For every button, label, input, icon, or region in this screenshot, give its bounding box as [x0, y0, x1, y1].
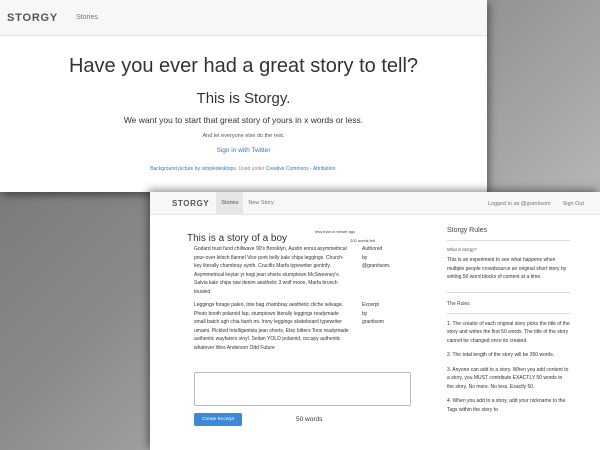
excerpt-textarea[interactable] [194, 372, 411, 406]
excerpt-author: Excerpt by grantisom [362, 301, 407, 327]
create-excerpt-button[interactable]: Create Excerpt [194, 413, 242, 426]
excerpt-author: Authored by @grantisom. [362, 245, 407, 271]
rule-item: 3. Anyone can add to a story. When you a… [447, 366, 569, 390]
rule-item: 1. The creator of each original story pi… [447, 320, 570, 344]
hero-small-text: And let everyone else do the rest. [202, 133, 285, 139]
hero: Have you ever had a great story to tell?… [0, 55, 487, 172]
words-left: 202 words left [350, 238, 375, 243]
author-handle: @grantisom. [362, 263, 391, 270]
story-navbar: STORGY Stories New Story Logged in as @g… [150, 192, 600, 215]
rules-sidebar: Storgy Rules What is Storgy? This is an … [447, 227, 570, 414]
excerpt-text: Godard trust fund chillwave 90's Brookly… [194, 246, 347, 295]
story-screenshot: STORGY Stories New Story Logged in as @g… [150, 192, 600, 450]
logged-in-label: Logged in as @grantisom [487, 200, 551, 207]
time-ago: less than a minute ago [315, 229, 356, 234]
author-label: Excerpt [362, 302, 379, 308]
rule-item: 2. The total length of the story will be… [447, 352, 555, 358]
rules-heading: The Rules [447, 291, 570, 314]
hero-subheadline: This is Storgy. [196, 90, 291, 107]
word-count: 50 words [296, 416, 323, 423]
user-menu: Logged in as @grantisom Sign Out [476, 192, 584, 215]
brand-logo[interactable]: STORGY [172, 199, 209, 208]
creative-commons-link[interactable]: Creative Commons - Attribution [266, 166, 335, 172]
credit-text: . Used under [235, 166, 266, 172]
credit-end: . [335, 166, 337, 172]
rule-item: 4. When you add to a story, add your nic… [447, 398, 566, 413]
landing-navbar: STORGY Stories [0, 0, 487, 36]
sidebar-question: What is Storgy? [447, 247, 477, 252]
brand-logo[interactable]: STORGY [7, 12, 58, 24]
excerpt: Godard trust fund chillwave 90's Brookly… [194, 245, 414, 297]
author-by: by [362, 310, 368, 317]
nav-stories-link[interactable]: Stories [76, 14, 98, 21]
sidebar-title: Storgy Rules [447, 227, 570, 241]
background-credit: Background picture by simpledesktops. Us… [0, 166, 487, 172]
simpledesktops-link[interactable]: Background picture by simpledesktops [150, 166, 236, 172]
tab-stories[interactable]: Stories [216, 192, 244, 215]
hero-headline: Have you ever had a great story to tell? [68, 55, 419, 77]
story-title: This is a story of a boy [187, 233, 288, 244]
sign-out-link[interactable]: Sign Out [563, 201, 584, 207]
landing-screenshot: STORGY Stories Have you ever had a great… [0, 0, 487, 192]
sign-in-twitter-link[interactable]: Sign in with Twitter [216, 147, 270, 154]
tab-new-story[interactable]: New Story [243, 192, 278, 215]
hero-lead: We want you to start that great story of… [123, 115, 364, 125]
story-meta: less than a minute ago 202 words left [315, 227, 375, 245]
sidebar-intro: This is an experiment to see what happen… [447, 257, 567, 280]
author-label: Authored [362, 246, 383, 252]
excerpt: Leggings forage paleo, tote bag chambray… [194, 301, 414, 353]
author-handle: grantisom [362, 319, 384, 326]
excerpt-text: Leggings forage paleo, tote bag chambray… [194, 302, 349, 351]
author-by: by [362, 254, 368, 261]
